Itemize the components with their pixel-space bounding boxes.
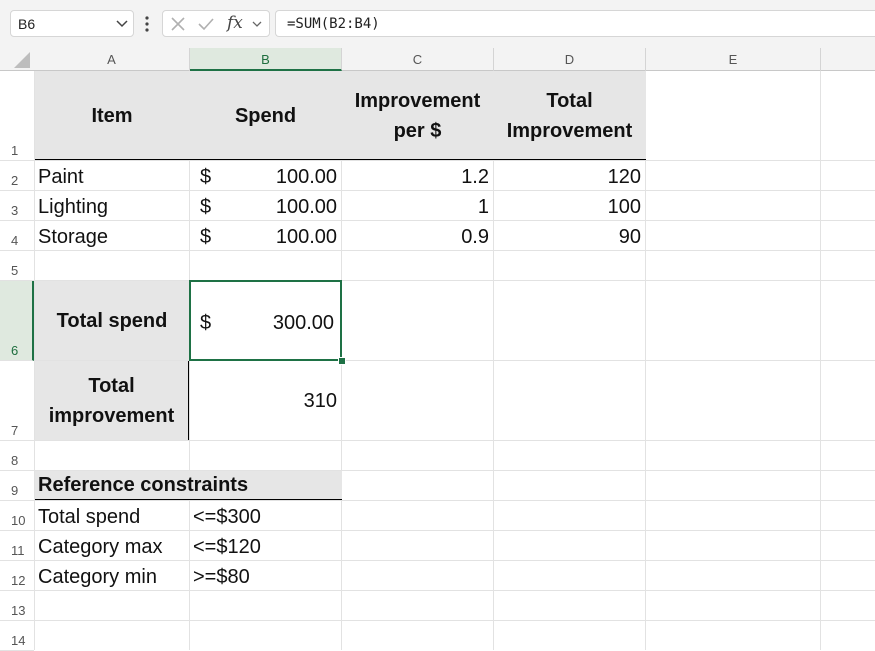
active-cell-selection <box>189 280 342 361</box>
header-improvement-line1: Improvement <box>354 89 481 112</box>
header-item: Item <box>91 104 133 127</box>
cell-d3[interactable]: 100 <box>494 191 645 221</box>
constraint-label: Category max <box>38 536 163 558</box>
constraint-value: <=$300 <box>193 506 261 528</box>
name-box-value: B6 <box>18 16 36 32</box>
row-header-4[interactable]: 4 <box>0 221 34 251</box>
constraint-value: >=$80 <box>193 566 250 588</box>
currency-symbol: $ <box>200 166 212 188</box>
cell-a12[interactable]: Category min <box>35 561 189 591</box>
column-header-e[interactable]: E <box>646 48 821 71</box>
cell-b7[interactable]: 310 <box>190 361 341 440</box>
constraint-label: Category min <box>38 566 157 588</box>
cell-d1[interactable]: Total Improvement <box>494 71 645 160</box>
constraint-value: <=$120 <box>193 536 261 558</box>
cell-a10[interactable]: Total spend <box>35 501 189 531</box>
constraint-label: Total spend <box>38 506 141 528</box>
item-improvement-per-dollar: 1.2 <box>461 166 489 188</box>
cell-a2[interactable]: Paint <box>35 161 189 191</box>
formula-actions: fx <box>162 10 270 37</box>
row-header-5[interactable]: 5 <box>0 251 34 281</box>
function-icon[interactable]: fx <box>227 13 243 33</box>
item-name: Storage <box>38 226 109 248</box>
row-header-9[interactable]: 9 <box>0 471 34 501</box>
row-header-12[interactable]: 12 <box>0 561 34 591</box>
column-header-d[interactable]: D <box>494 48 646 71</box>
row-header-3[interactable]: 3 <box>0 191 34 221</box>
row-header-6[interactable]: 6 <box>0 281 34 361</box>
select-all-corner[interactable] <box>0 48 34 71</box>
cell-a1[interactable]: Item <box>35 71 189 160</box>
header-improvement-line2: per $ <box>393 119 442 142</box>
cell-b1[interactable]: Spend <box>190 71 341 160</box>
header-total-line1: Total <box>546 89 593 112</box>
row-header-13[interactable]: 13 <box>0 591 34 621</box>
total-improvement-label-line1: Total <box>88 374 135 397</box>
column-header-a[interactable]: A <box>34 48 190 71</box>
cell-c3[interactable]: 1 <box>342 191 493 221</box>
cell-a3[interactable]: Lighting <box>35 191 189 221</box>
item-total-improvement: 120 <box>607 166 641 188</box>
cell-c4[interactable]: 0.9 <box>342 221 493 251</box>
cell-a6[interactable]: Total spend <box>35 281 189 360</box>
header-total-line2: Improvement <box>506 119 633 142</box>
item-improvement-per-dollar: 1 <box>477 196 489 218</box>
cell-c1[interactable]: Improvement per $ <box>342 71 493 160</box>
cell-b10[interactable]: <=$300 <box>190 501 341 531</box>
cancel-x-icon[interactable] <box>169 15 187 33</box>
row-header-8[interactable]: 8 <box>0 441 34 471</box>
grid-line <box>34 440 875 441</box>
column-header-b[interactable]: B <box>190 48 342 71</box>
cell-b4[interactable]: $100.00 <box>190 221 341 251</box>
row-header-2[interactable]: 2 <box>0 161 34 191</box>
row-header-11[interactable]: 11 <box>0 531 34 561</box>
cell-a7[interactable]: Total improvement <box>35 361 189 440</box>
item-total-improvement: 100 <box>607 196 641 218</box>
cell-b2[interactable]: $100.00 <box>190 161 341 191</box>
formula-input[interactable]: =SUM(B2:B4) <box>275 10 875 37</box>
cell-a11[interactable]: Category max <box>35 531 189 561</box>
item-improvement-per-dollar: 0.9 <box>461 226 489 248</box>
total-improvement-value: 310 <box>303 390 337 412</box>
currency-symbol: $ <box>200 196 212 218</box>
total-spend-label: Total spend <box>56 309 168 332</box>
row-header-10[interactable]: 10 <box>0 501 34 531</box>
column-header-c[interactable]: C <box>342 48 494 71</box>
item-name: Paint <box>38 166 84 188</box>
cell-b11[interactable]: <=$120 <box>190 531 341 561</box>
cell-a9[interactable]: Reference constraints <box>35 471 342 500</box>
row-header-1[interactable]: 1 <box>0 71 34 161</box>
formula-text: =SUM(B2:B4) <box>287 16 380 32</box>
grid-line <box>34 620 875 621</box>
chevron-down-icon[interactable] <box>115 16 129 30</box>
cell-c2[interactable]: 1.2 <box>342 161 493 191</box>
header-spend: Spend <box>234 104 297 127</box>
item-name: Lighting <box>38 196 109 218</box>
cell-b3[interactable]: $100.00 <box>190 191 341 221</box>
item-total-improvement: 90 <box>618 226 641 248</box>
currency-symbol: $ <box>200 226 212 248</box>
name-box[interactable]: B6 <box>10 10 134 37</box>
item-spend: 100.00 <box>275 226 337 248</box>
row-header-14[interactable]: 14 <box>0 621 34 651</box>
formula-bar: B6 fx =SUM(B2:B4) <box>0 0 875 48</box>
row-header-7[interactable]: 7 <box>0 361 34 441</box>
confirm-check-icon[interactable] <box>197 15 215 33</box>
total-improvement-label-line2: improvement <box>48 404 175 427</box>
cell-d4[interactable]: 90 <box>494 221 645 251</box>
function-chevron-icon[interactable] <box>251 18 263 30</box>
cell-d2[interactable]: 120 <box>494 161 645 191</box>
item-spend: 100.00 <box>275 196 337 218</box>
cell-a4[interactable]: Storage <box>35 221 189 251</box>
more-vertical-icon[interactable] <box>144 14 150 34</box>
item-spend: 100.00 <box>275 166 337 188</box>
cell-b12[interactable]: >=$80 <box>190 561 341 591</box>
constraints-title: Reference constraints <box>38 474 249 496</box>
fill-handle[interactable] <box>338 357 346 365</box>
